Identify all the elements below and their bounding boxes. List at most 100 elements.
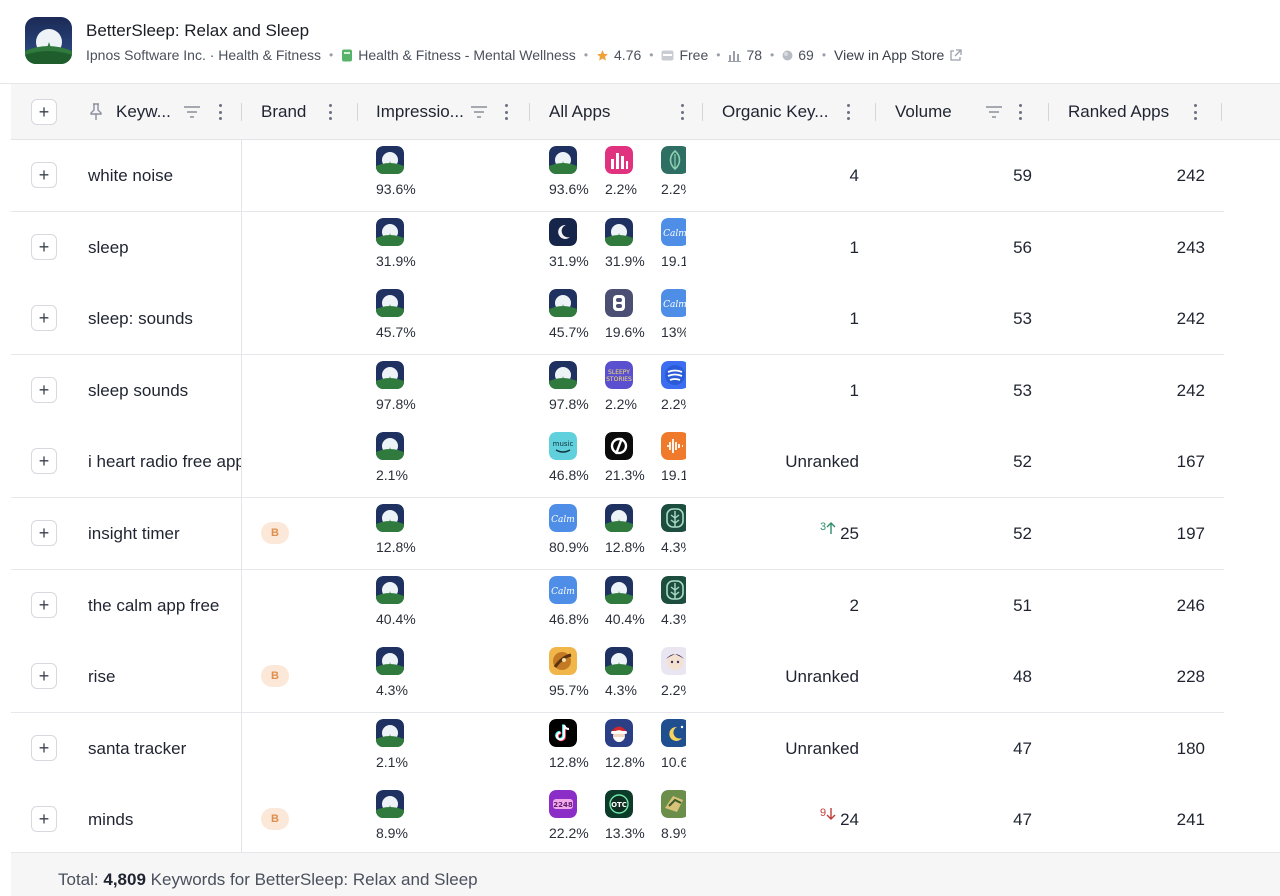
audiomack-icon[interactable]: [661, 432, 686, 461]
add-all-button[interactable]: +: [31, 99, 57, 125]
keyword-cell[interactable]: insight timer: [88, 498, 241, 570]
competitor-app[interactable]: 45.7%: [549, 289, 601, 340]
view-in-app-store-link[interactable]: View in App Store: [834, 47, 962, 63]
table-row[interactable]: + sleep: sounds 45.7% 45.7% 19.6% Calm 13% 1 53 2…: [11, 283, 1224, 356]
keyword-cell[interactable]: santa tracker: [88, 713, 241, 785]
competitor-app[interactable]: 2248 22.2%: [549, 790, 601, 841]
moon-app-icon[interactable]: [549, 217, 577, 246]
competitor-app[interactable]: 21.3%: [605, 432, 657, 483]
competitor-app[interactable]: 10.6: [661, 718, 686, 770]
calm-icon[interactable]: Calm: [661, 217, 686, 246]
organic-menu-icon[interactable]: [846, 104, 850, 120]
table-row[interactable]: + the calm app free 40.4% Calm 46.8% 40.4% 4.3…: [11, 569, 1224, 642]
table-row[interactable]: + insight timer B 12.8% Calm 80.9% 12.8% 4.3% 32…: [11, 498, 1224, 570]
competitor-app[interactable]: Calm 80.9%: [549, 504, 601, 555]
keyword-cell[interactable]: sleep: sounds: [88, 283, 241, 355]
anime-game-icon[interactable]: [661, 647, 686, 676]
keyword-cell[interactable]: sleep: [88, 212, 241, 284]
column-divider[interactable]: [875, 103, 876, 121]
competitor-app[interactable]: 12.8%: [549, 718, 601, 770]
bettersleep-icon[interactable]: [549, 289, 577, 318]
impressions-column-header[interactable]: Impressio...: [376, 84, 509, 140]
b-letter-app-icon[interactable]: [605, 289, 633, 318]
amazon-music-icon[interactable]: music: [549, 432, 577, 461]
add-keyword-button[interactable]: +: [31, 376, 57, 403]
peloton-icon[interactable]: [605, 432, 633, 461]
blue-wave-app-icon[interactable]: [661, 360, 686, 389]
tree-app-icon[interactable]: [661, 504, 686, 532]
competitor-app[interactable]: OTC 13.3%: [605, 790, 657, 841]
competitor-app[interactable]: 4.3%: [661, 575, 686, 627]
all-apps-column-header[interactable]: All Apps: [549, 84, 684, 140]
keyword-cell[interactable]: rise: [88, 641, 241, 713]
bettersleep-icon[interactable]: [605, 575, 633, 604]
column-divider[interactable]: [241, 103, 242, 121]
table-row[interactable]: + rise B 4.3% 95.7% 4.3% 2.2% Unranked 48 228: [11, 641, 1224, 714]
competitor-app[interactable]: Calm 13%: [661, 289, 686, 340]
night-moon-app-icon[interactable]: [661, 718, 686, 747]
pin-icon[interactable]: [88, 103, 104, 121]
bettersleep-icon[interactable]: [549, 146, 577, 174]
volume-menu-icon[interactable]: [1019, 104, 1023, 120]
keyword-cell[interactable]: white noise: [88, 140, 241, 212]
bettersleep-icon[interactable]: [605, 647, 633, 676]
add-keyword-button[interactable]: +: [31, 448, 57, 475]
calm-icon[interactable]: Calm: [549, 504, 577, 532]
competitor-app[interactable]: Calm 19.1: [661, 217, 686, 269]
game-character-icon[interactable]: [549, 647, 577, 676]
add-keyword-button[interactable]: +: [31, 591, 57, 618]
competitor-app[interactable]: 2.2%: [605, 146, 657, 197]
leaf-app-icon[interactable]: [661, 146, 686, 174]
keyword-cell[interactable]: minds: [88, 784, 241, 856]
2248-game-icon[interactable]: 2248: [549, 790, 577, 819]
add-keyword-button[interactable]: +: [31, 663, 57, 690]
competitor-app[interactable]: 19.1: [661, 432, 686, 483]
bettersleep-icon[interactable]: [605, 217, 633, 246]
table-row[interactable]: + sleep sounds 97.8% 97.8% SLEEPY STORIES 2.2%…: [11, 354, 1224, 427]
column-divider[interactable]: [529, 103, 530, 121]
calm-icon[interactable]: Calm: [549, 575, 577, 604]
competitor-app[interactable]: 19.6%: [605, 289, 657, 340]
table-row[interactable]: + i heart radio free app 2.1% music 46.8% 21.…: [11, 426, 1224, 499]
equalizer-app-icon[interactable]: [605, 146, 633, 174]
competitor-app[interactable]: 12.8%: [605, 718, 657, 770]
tiktok-icon[interactable]: [549, 718, 577, 747]
table-row[interactable]: + white noise 93.6% 93.6% 2.2% 2.2% 4 59 242: [11, 140, 1224, 212]
table-row[interactable]: + santa tracker 2.1% 12.8% 12.8% 10.6 Unranked…: [11, 712, 1224, 785]
brand-column-header[interactable]: Brand: [261, 84, 332, 140]
competitor-app[interactable]: SLEEPY STORIES 2.2%: [605, 360, 657, 412]
table-row[interactable]: + minds B 8.9% 2248 22.2% OTC 13.3% 8.9% 9 24 47 241: [11, 784, 1224, 857]
organic-column-header[interactable]: Organic Key...: [722, 84, 850, 140]
competitor-app[interactable]: music 46.8%: [549, 432, 601, 483]
all-apps-menu-icon[interactable]: [680, 104, 684, 120]
brand-menu-icon[interactable]: [328, 104, 332, 120]
puzzle-game-icon[interactable]: [661, 790, 686, 819]
impressions-filter-icon[interactable]: [470, 105, 488, 119]
add-keyword-button[interactable]: +: [31, 233, 57, 260]
keyword-cell[interactable]: sleep sounds: [88, 355, 241, 427]
keyword-filter-icon[interactable]: [183, 105, 201, 119]
competitor-app[interactable]: Calm 46.8%: [549, 575, 601, 627]
keyword-cell[interactable]: the calm app free: [88, 570, 241, 642]
calm-icon[interactable]: Calm: [661, 289, 686, 318]
keyword-column-header[interactable]: Keyw...: [88, 84, 223, 140]
add-keyword-button[interactable]: +: [31, 520, 57, 546]
keyword-cell[interactable]: i heart radio free app: [88, 426, 241, 498]
impressions-menu-icon[interactable]: [505, 104, 509, 120]
add-keyword-button[interactable]: +: [31, 806, 57, 833]
competitor-app[interactable]: 4.3%: [605, 647, 657, 698]
competitor-app[interactable]: 12.8%: [605, 504, 657, 555]
competitor-app[interactable]: 2.2%: [661, 647, 686, 698]
bettersleep-icon[interactable]: [605, 504, 633, 532]
column-divider[interactable]: [1048, 103, 1049, 121]
competitor-app[interactable]: 4.3%: [661, 504, 686, 555]
sleepy-stories-icon[interactable]: SLEEPY STORIES: [605, 360, 633, 389]
table-row[interactable]: + sleep 31.9% 31.9% 31.9% Calm 19.1 1 56 243: [11, 211, 1224, 284]
competitor-app[interactable]: 31.9%: [549, 217, 601, 269]
tree-app-icon[interactable]: [661, 575, 686, 604]
competitor-app[interactable]: 2.2%: [661, 146, 686, 197]
competitor-app[interactable]: 95.7%: [549, 647, 601, 698]
competitor-app[interactable]: 93.6%: [549, 146, 601, 197]
volume-filter-icon[interactable]: [985, 105, 1003, 119]
competitor-app[interactable]: 31.9%: [605, 217, 657, 269]
